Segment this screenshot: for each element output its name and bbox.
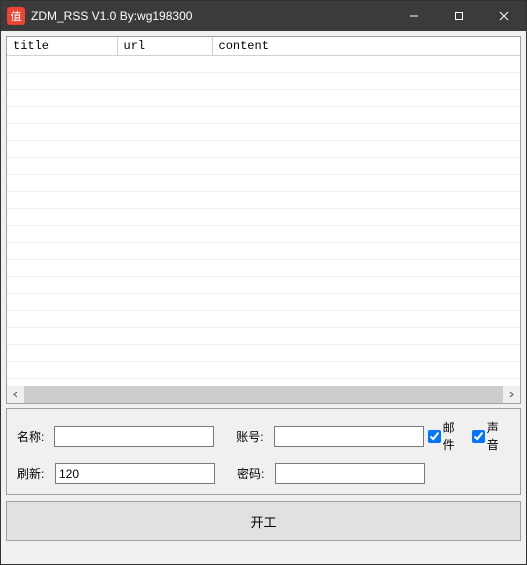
column-header-title[interactable]: title [7, 37, 117, 56]
chevron-right-icon [508, 391, 515, 398]
table-row[interactable] [7, 124, 520, 141]
table-row[interactable] [7, 192, 520, 209]
table-row[interactable] [7, 73, 520, 90]
email-checkbox-label: 邮件 [443, 419, 466, 453]
name-input[interactable] [54, 426, 214, 447]
column-header-content[interactable]: content [212, 37, 520, 56]
password-label: 密码: [237, 465, 275, 482]
refresh-label: 刷新: [17, 465, 55, 482]
sound-checkbox-label: 声音 [487, 419, 510, 453]
app-window: 值 ZDM_RSS V1.0 By:wg198300 title url con… [0, 0, 527, 565]
close-button[interactable] [481, 1, 526, 31]
table-row[interactable] [7, 260, 520, 277]
table-row[interactable] [7, 328, 520, 345]
close-icon [499, 11, 509, 21]
horizontal-scrollbar[interactable] [7, 386, 520, 403]
minimize-icon [409, 11, 419, 21]
maximize-button[interactable] [436, 1, 481, 31]
scroll-left-button[interactable] [7, 386, 24, 403]
name-label: 名称: [17, 428, 54, 445]
table-row[interactable] [7, 294, 520, 311]
minimize-button[interactable] [391, 1, 436, 31]
table-row[interactable] [7, 141, 520, 158]
scroll-right-button[interactable] [503, 386, 520, 403]
window-title: ZDM_RSS V1.0 By:wg198300 [31, 9, 192, 23]
client-area: title url content [1, 31, 526, 564]
table-row[interactable] [7, 226, 520, 243]
account-input[interactable] [274, 426, 424, 447]
table-row[interactable] [7, 107, 520, 124]
table-row[interactable] [7, 158, 520, 175]
chevron-left-icon [12, 391, 19, 398]
table-row[interactable] [7, 209, 520, 226]
table-row[interactable] [7, 56, 520, 73]
email-checkbox[interactable] [428, 430, 441, 443]
sound-checkbox-wrap[interactable]: 声音 [472, 419, 510, 453]
table-row[interactable] [7, 90, 520, 107]
scroll-track[interactable] [24, 386, 503, 403]
table-row[interactable] [7, 175, 520, 192]
table-header-row: title url content [7, 37, 520, 56]
password-input[interactable] [275, 463, 425, 484]
table-row[interactable] [7, 345, 520, 362]
table-row[interactable] [7, 311, 520, 328]
table-row[interactable] [7, 362, 520, 379]
start-button[interactable]: 开工 [6, 501, 521, 541]
table-row[interactable] [7, 243, 520, 260]
maximize-icon [454, 11, 464, 21]
refresh-input[interactable] [55, 463, 215, 484]
data-grid[interactable]: title url content [6, 36, 521, 404]
settings-panel: 名称: 账号: 邮件 声音 刷新: 密码: [6, 408, 521, 495]
titlebar[interactable]: 值 ZDM_RSS V1.0 By:wg198300 [1, 1, 526, 31]
app-icon: 值 [7, 7, 25, 25]
table-row[interactable] [7, 277, 520, 294]
email-checkbox-wrap[interactable]: 邮件 [428, 419, 466, 453]
sound-checkbox[interactable] [472, 430, 485, 443]
account-label: 账号: [236, 428, 273, 445]
column-header-url[interactable]: url [117, 37, 212, 56]
scroll-thumb[interactable] [24, 386, 503, 403]
